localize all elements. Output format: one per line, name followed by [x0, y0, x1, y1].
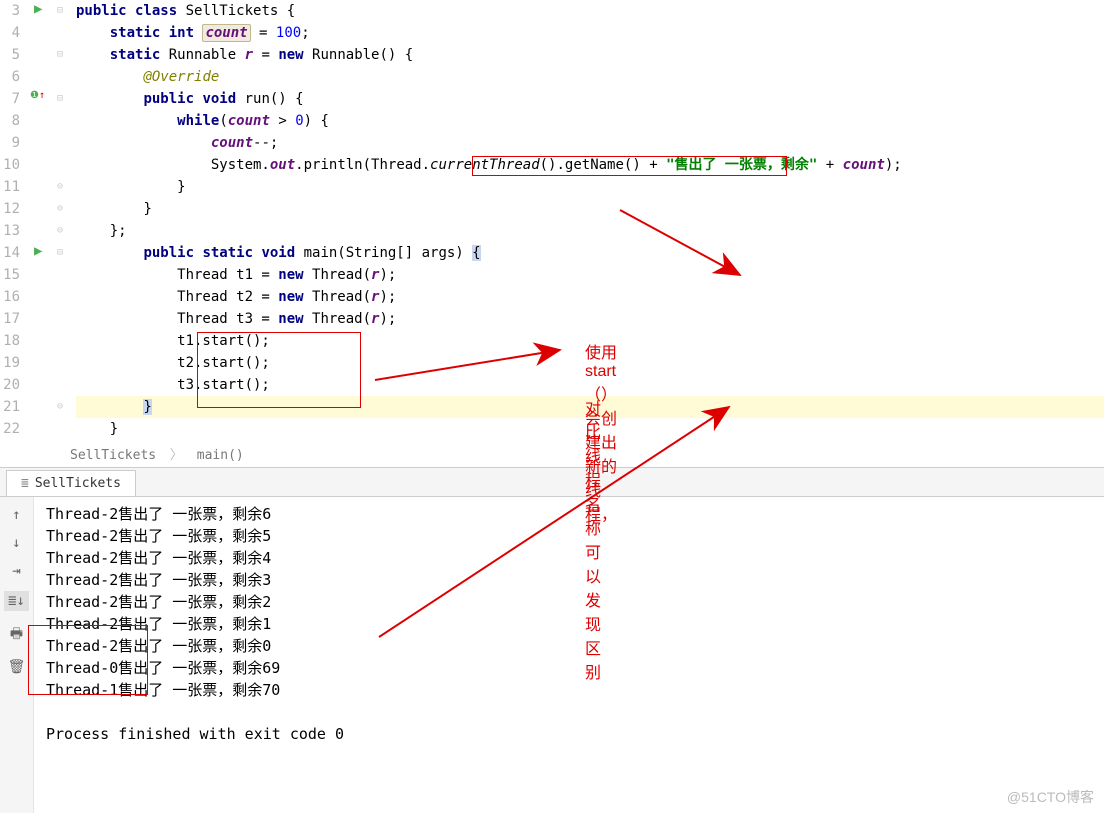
chevron-right-icon: 〉 [170, 448, 183, 463]
breadcrumb[interactable]: SellTickets 〉 main() [0, 440, 1104, 467]
up-icon[interactable]: ↑ [12, 507, 20, 523]
run-main-icon[interactable]: ▶ [34, 243, 42, 259]
override-marker-icon[interactable]: ❶↑ [30, 90, 45, 101]
console-output[interactable]: Thread-2售出了 一张票，剩余6 Thread-2售出了 一张票，剩余5 … [34, 497, 1104, 813]
code-line: Thread t3 = new Thread(r); [76, 308, 1104, 330]
code-line: @Override [76, 66, 1104, 88]
annotation-box [197, 332, 361, 408]
fold-column: ⊟⊟⊟⊖⊖⊖⊟⊖ [54, 0, 66, 440]
code-line: public void run() { [76, 88, 1104, 110]
down-icon[interactable]: ↓ [12, 535, 20, 551]
code-line: } [76, 418, 1104, 440]
run-tab[interactable]: ≣ SellTickets [6, 470, 136, 496]
code-area[interactable]: public class SellTickets { static int co… [66, 0, 1104, 440]
breadcrumb-item[interactable]: SellTickets [70, 448, 156, 463]
code-line: static Runnable r = new Runnable() { [76, 44, 1104, 66]
watermark-text: @51CTO博客 [1007, 787, 1094, 807]
gutter-icons: ▶ ❶↑ ▶ [28, 0, 54, 440]
code-line: Thread t1 = new Thread(r); [76, 264, 1104, 286]
code-line: } [76, 198, 1104, 220]
run-tab-bar: ≣ SellTickets [0, 468, 1104, 497]
run-tab-label: SellTickets [35, 476, 121, 491]
breadcrumb-item[interactable]: main() [197, 448, 244, 463]
print-icon[interactable]: 🖶 [10, 623, 23, 647]
annotation-box [472, 156, 787, 176]
scroll-to-end-icon[interactable]: ≣↓ [4, 591, 29, 611]
run-config-icon: ≣ [21, 476, 29, 491]
code-line: }; [76, 220, 1104, 242]
soft-wrap-icon[interactable]: ⇥ [12, 563, 20, 579]
code-line: static int count = 100; [76, 22, 1104, 44]
trash-icon[interactable]: 🗑 [8, 659, 26, 675]
code-line: count--; [76, 132, 1104, 154]
code-line: Thread t2 = new Thread(r); [76, 286, 1104, 308]
code-line: while(count > 0) { [76, 110, 1104, 132]
arrow-icon [34, 497, 934, 797]
code-line: } [76, 176, 1104, 198]
line-number-gutter: 3 4 5 6 7 8 9 10 11 12 13 14 15 16 17 18… [0, 0, 28, 440]
code-line: public class SellTickets { [76, 0, 1104, 22]
code-editor[interactable]: 3 4 5 6 7 8 9 10 11 12 13 14 15 16 17 18… [0, 0, 1104, 440]
code-line: public static void main(String[] args) { [76, 242, 1104, 264]
run-class-icon[interactable]: ▶ [34, 1, 42, 17]
